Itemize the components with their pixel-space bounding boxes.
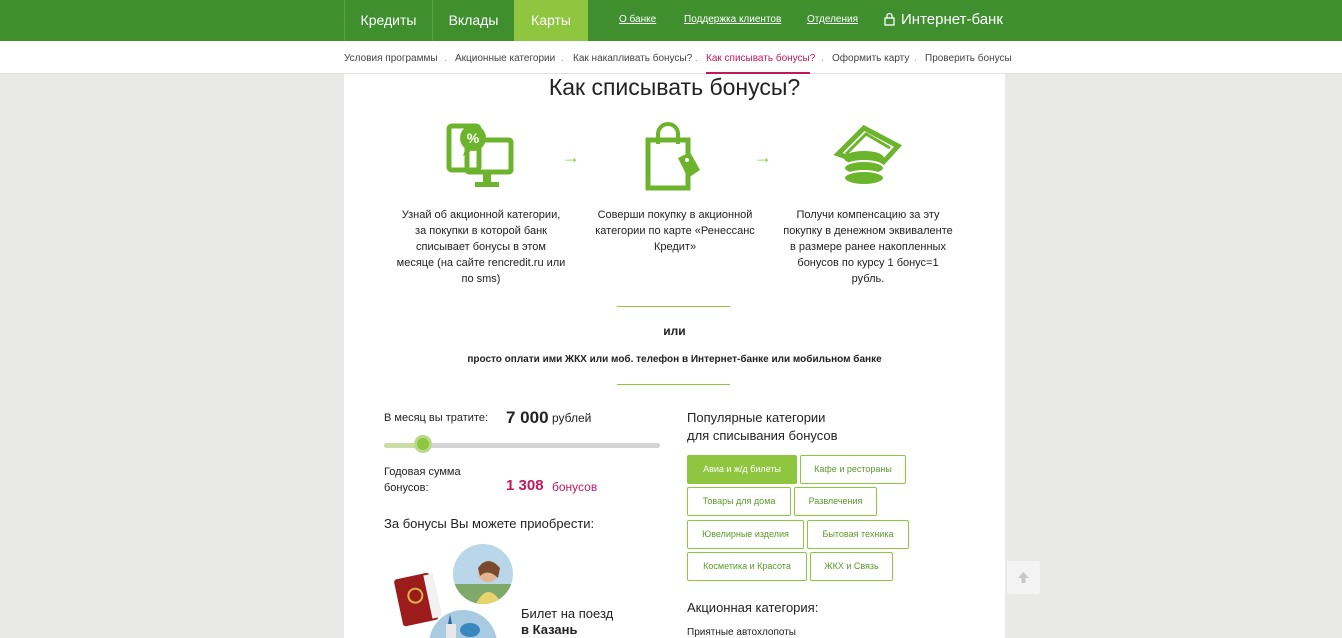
offer-line-2: в Казань <box>521 622 578 637</box>
annual-bonus-label: Годовая сумма бонусов: <box>384 466 461 494</box>
subnav-item-accumulate[interactable]: Как накапливать бонусы? <box>573 53 692 64</box>
category-chip-appliances[interactable]: Бытовая техника <box>807 520 909 549</box>
step-3-text: Получи компенсацию за эту покупку в дене… <box>783 209 953 285</box>
arrow-up-icon <box>1018 572 1029 583</box>
top-nav-bar: Кредиты Вклады Карты О банке Поддержка к… <box>0 0 1342 41</box>
link-about-bank[interactable]: О банке <box>619 14 656 25</box>
subnav-item-promo-categories[interactable]: Акционные категории <box>455 53 555 64</box>
link-branches[interactable]: Отделения <box>807 14 858 25</box>
or-label: или <box>663 324 686 338</box>
page-title: Как списывать бонусы? <box>548 74 801 100</box>
scroll-to-top-button[interactable] <box>1007 561 1040 594</box>
offer-text: Билет на поезд в Казань <box>521 606 613 638</box>
sub-nav: Условия программы · Акционные категории … <box>0 41 1342 74</box>
divider <box>617 306 730 307</box>
svg-text:%: % <box>467 130 480 146</box>
step-arrow: → <box>754 147 772 167</box>
category-chip-home[interactable]: Товары для дома <box>687 487 791 516</box>
subnav-item-order-card[interactable]: Оформить карту <box>832 53 909 64</box>
popular-categories-title-line-1: Популярные категории <box>687 410 826 425</box>
device-discount-icon: % <box>446 123 514 187</box>
subnav-item-spend[interactable]: Как списывать бонусы? <box>706 53 815 64</box>
train-ticket-illustration <box>394 544 513 638</box>
promo-category-title: Акционная категория: <box>687 600 819 615</box>
subnav-item-check-bonuses[interactable]: Проверить бонусы <box>925 53 1012 64</box>
separator: · <box>914 55 917 65</box>
internet-bank-link[interactable]: Интернет-банк <box>884 11 1003 28</box>
category-chip-jewelry[interactable]: Ювелирные изделия <box>687 520 804 549</box>
spend-label: В месяц вы тратите: <box>384 412 488 424</box>
buy-with-bonuses-title: За бонусы Вы можете приобрести: <box>384 516 595 531</box>
separator: · <box>695 55 698 65</box>
category-chip-cafe[interactable]: Кафе и рестораны <box>800 455 906 484</box>
content-card: Как списывать бонусы? % → → Узнай об акц… <box>344 74 1005 638</box>
step-1-text: Узнай об акционной категории, за покупки… <box>396 209 566 285</box>
category-chip-air-rail[interactable]: Авиа и ж/д билеты <box>687 455 797 484</box>
divider <box>617 384 730 385</box>
tab-credits[interactable]: Кредиты <box>344 0 432 41</box>
lock-icon <box>884 12 895 26</box>
spend-unit: рублей <box>552 411 592 425</box>
offer-line-1: Билет на поезд <box>521 606 614 621</box>
coins-icon <box>833 124 903 186</box>
tab-deposits[interactable]: Вклады <box>432 0 514 41</box>
spend-slider-handle[interactable] <box>413 435 432 453</box>
tab-cards[interactable]: Карты <box>514 0 588 41</box>
subnav-item-conditions[interactable]: Условия программы <box>344 53 438 64</box>
separator: · <box>561 55 564 65</box>
category-chip-entertainment[interactable]: Развлечения <box>794 487 877 516</box>
promo-category-value: Приятные автохлопоты <box>687 627 796 638</box>
link-support[interactable]: Поддержка клиентов <box>684 14 781 25</box>
separator: · <box>444 55 447 65</box>
popular-categories-title-line-2: для списывания бонусов <box>687 428 838 443</box>
category-chip-cosmetics[interactable]: Косметика и Красота <box>687 552 807 581</box>
category-chip-utilities[interactable]: ЖКХ и Связь <box>810 552 893 581</box>
annual-bonus-value: 1 308 <box>506 477 544 494</box>
internet-bank-label: Интернет-банк <box>901 11 1003 28</box>
spend-value: 7 000 <box>506 408 549 427</box>
popular-categories-title: Популярные категории для списывания бону… <box>687 409 838 445</box>
shopping-bag-icon <box>645 122 700 191</box>
step-arrow: → <box>562 147 580 167</box>
step-2-text: Соверши покупку в акционной категории по… <box>595 209 755 253</box>
pay-utilities-note: просто оплати ими ЖКХ или моб. телефон в… <box>467 354 882 365</box>
separator: · <box>821 55 824 65</box>
annual-bonus-unit: бонусов <box>552 480 598 494</box>
